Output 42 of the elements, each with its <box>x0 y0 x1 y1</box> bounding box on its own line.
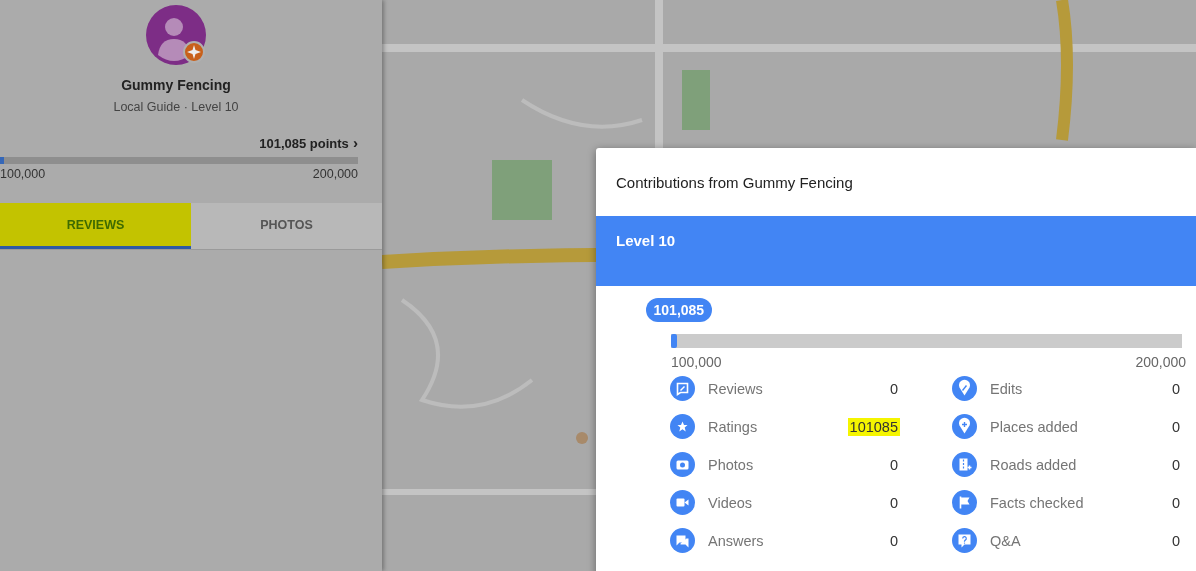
stat-value: 0 <box>888 455 899 474</box>
stat-value: 0 <box>1170 379 1181 398</box>
stat-value: 0 <box>1170 455 1181 474</box>
stat-label: Reviews <box>708 380 764 397</box>
camera-icon <box>670 452 695 477</box>
profile-subtitle: Local Guide · Level 10 <box>113 100 239 114</box>
avatar-icon <box>146 5 206 65</box>
points-link[interactable]: 101,085 points › <box>259 134 358 151</box>
tab[interactable]: PHOTOS <box>191 203 382 249</box>
dialog-title: Contributions from Gummy Fencing <box>615 172 854 193</box>
road-icon <box>952 452 977 477</box>
profile-name: Gummy Fencing <box>121 77 231 93</box>
chat-icon <box>670 528 695 553</box>
stat-label: Places added <box>990 418 1079 435</box>
pin-icon <box>952 414 977 439</box>
video-icon <box>670 490 695 515</box>
stat-value: 0 <box>1170 417 1181 436</box>
stat-value: 0 <box>888 493 899 512</box>
points-bubble: 101,085 <box>645 298 713 322</box>
max-label: 200,000 <box>1135 354 1186 370</box>
min-label: 100,000 <box>0 167 46 181</box>
stat-label: Roads added <box>990 456 1078 473</box>
review-icon <box>670 376 695 401</box>
stat-label: Answers <box>708 532 765 549</box>
stat-label: Facts checked <box>990 494 1085 511</box>
flag-icon <box>952 490 977 515</box>
stat-value: 0 <box>1170 531 1181 550</box>
min-label: 100,000 <box>671 354 722 370</box>
max-label: 200,000 <box>312 167 358 181</box>
stat-value: 101085 <box>847 417 900 436</box>
stat-value: 0 <box>888 531 899 550</box>
question-icon <box>952 528 977 553</box>
stat-value: 0 <box>888 379 899 398</box>
level-title: Level 10 <box>616 232 676 249</box>
tab[interactable]: REVIEWS <box>0 203 191 249</box>
edit-icon <box>952 376 977 401</box>
stat-value: 0 <box>1170 493 1181 512</box>
stat-label: Edits <box>990 380 1024 397</box>
stat-label: Q&A <box>990 532 1022 549</box>
stat-label: Ratings <box>708 418 759 435</box>
stat-label: Photos <box>708 456 755 473</box>
stat-label: Videos <box>708 494 754 511</box>
